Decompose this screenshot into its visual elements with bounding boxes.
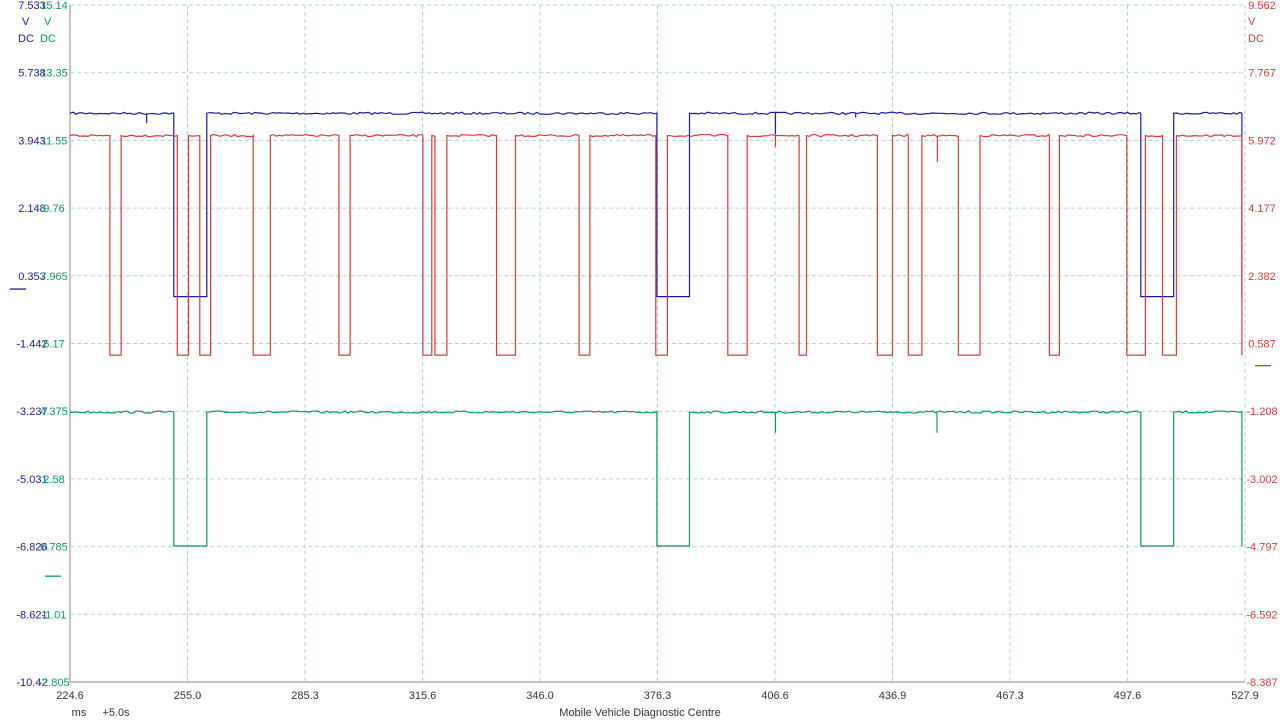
red-axis-tick-label: 5.972 (1248, 135, 1276, 147)
x-axis-tick-label: 406.6 (761, 690, 789, 702)
green-axis-tick-label: 4.375 (40, 406, 68, 418)
green-axis-tick-label: 7.965 (40, 271, 68, 283)
x-axis-tick-label: 285.3 (291, 690, 319, 702)
green-axis-tick-label: 13.35 (40, 68, 68, 80)
x-axis-tick-label: 436.9 (879, 690, 907, 702)
red-axis-tick-label: -6.592 (1246, 609, 1277, 621)
green-axis-tick-label: 6.17 (43, 339, 64, 351)
x-axis-tick-label: 224.6 (56, 690, 84, 702)
red-series-line (69, 133, 1243, 356)
chart-series (69, 111, 1243, 547)
x-axis-tick-label: 346.0 (526, 690, 554, 702)
blue-axis-unit: V (22, 16, 30, 28)
green-axis-unit: V (44, 16, 52, 28)
red-axis-tick-label: 4.177 (1248, 203, 1276, 215)
x-axis-offset: +5.0s (102, 707, 130, 719)
x-axis-tick-label: 527.9 (1231, 690, 1259, 702)
zero-markers (10, 288, 1271, 577)
red-axis-tick-label: 2.382 (1248, 271, 1276, 283)
x-axis-tick-label: 497.6 (1114, 690, 1142, 702)
red-axis-tick-label: -1.208 (1246, 406, 1277, 418)
oscilloscope-chart: 7.5335.7383.9432.1480.353-1.442-3.237-5.… (10, 0, 1278, 719)
red-axis-coupling: DC (1248, 33, 1264, 45)
green-axis-tick-label: -2.805 (38, 677, 69, 689)
green-axis-tick-label: -1.01 (41, 609, 66, 621)
x-axis-tick-label: 376.3 (644, 690, 672, 702)
footer-label: Mobile Vehicle Diagnostic Centre (559, 707, 720, 719)
red-axis-tick-label: 7.767 (1248, 68, 1276, 80)
red-axis-tick-label: -4.797 (1246, 542, 1277, 554)
blue-axis-tick-label: 2.148 (18, 203, 46, 215)
red-axis-tick-label: -3.002 (1246, 474, 1277, 486)
chart-grid (69, 4, 1246, 683)
green-axis-tick-label: 15.14 (40, 0, 68, 12)
x-axis-tick-label: 315.6 (409, 690, 437, 702)
green-axis-tick-label: 0.785 (40, 542, 68, 554)
red-axis-tick-label: 9.562 (1248, 0, 1276, 12)
red-axis-tick-label: 0.587 (1248, 339, 1276, 351)
green-axis-coupling: DC (40, 33, 56, 45)
green-axis-tick-label: 2.58 (43, 474, 64, 486)
red-axis-tick-label: -8.387 (1246, 677, 1277, 689)
red-axis-unit: V (1248, 16, 1256, 28)
blue-axis-coupling: DC (18, 33, 34, 45)
x-axis-unit: ms (72, 707, 87, 719)
green-axis-tick-label: 9.76 (43, 203, 64, 215)
green-axis-tick-label: 11.55 (41, 135, 68, 147)
x-axis-tick-label: 255.0 (174, 690, 202, 702)
x-axis-tick-label: 467.3 (996, 690, 1024, 702)
axis-labels: 7.5335.7383.9432.1480.353-1.442-3.237-5.… (16, 0, 1277, 719)
